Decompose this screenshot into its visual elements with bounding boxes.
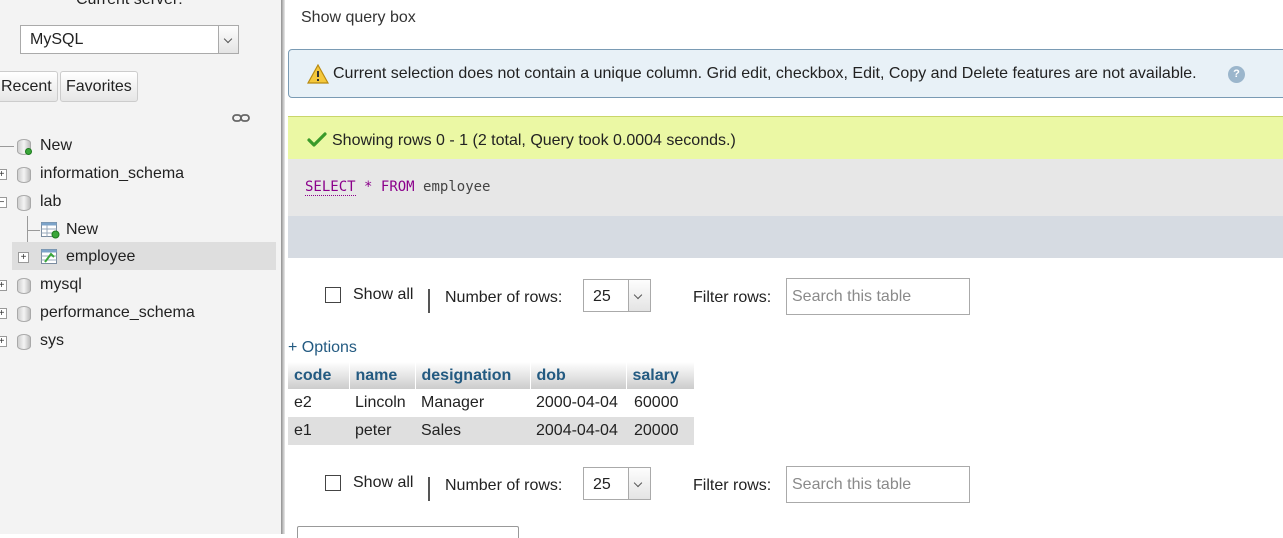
tree-item-label: New — [66, 221, 99, 238]
new-table-icon — [41, 222, 60, 239]
tree-item-sys[interactable]: + sys — [0, 328, 270, 354]
database-icon — [17, 167, 31, 183]
table-cell: e2 — [288, 389, 349, 417]
success-text: Showing rows 0 - 1 (2 total, Query took … — [332, 132, 736, 149]
sql-star: * — [364, 179, 373, 195]
column-header-code[interactable]: code — [288, 362, 350, 389]
notice-message: Current selection does not contain a uni… — [288, 49, 1283, 98]
tree-item-label: employee — [66, 248, 136, 265]
checkmark-icon — [307, 132, 327, 147]
help-icon[interactable]: ? — [1228, 66, 1245, 83]
table-cell: Lincoln — [349, 389, 415, 417]
table-cell: Sales — [415, 417, 530, 445]
tree-item-employee[interactable]: + employee — [12, 244, 276, 270]
show-all-label[interactable]: Show all — [353, 286, 413, 304]
server-select[interactable]: MySQL — [20, 25, 239, 54]
expand-icon[interactable]: + — [0, 280, 7, 291]
expand-icon[interactable]: + — [0, 169, 7, 180]
collapse-icon[interactable]: − — [0, 197, 7, 208]
tree-item-label: mysql — [40, 276, 82, 293]
number-of-rows-select[interactable]: 25 — [583, 467, 651, 500]
show-all-checkbox[interactable] — [325, 287, 341, 303]
chevron-down-icon[interactable] — [628, 280, 650, 311]
sql-keyword-select[interactable]: SELECT — [305, 179, 356, 196]
tree-item-label: performance_schema — [40, 304, 195, 321]
results-table: code name designation dob salary e2 Linc… — [288, 362, 695, 445]
tree-item-label: sys — [40, 332, 64, 349]
database-icon — [17, 195, 31, 211]
link-icon[interactable] — [232, 113, 250, 123]
chevron-down-icon[interactable] — [218, 26, 238, 53]
table-cell: e1 — [288, 417, 349, 445]
table-cell: 2000-04-04 — [530, 389, 626, 417]
success-message: Showing rows 0 - 1 (2 total, Query took … — [288, 116, 1283, 159]
table-navigation-bottom: Show all Number of rows: 25 Filter rows: — [285, 466, 1283, 507]
column-header-designation[interactable]: designation — [415, 362, 531, 389]
number-of-rows-value: 25 — [593, 288, 611, 305]
filter-rows-input[interactable] — [786, 278, 970, 315]
add-badge-icon — [25, 148, 32, 155]
expand-icon[interactable]: + — [0, 308, 7, 319]
filter-rows-label: Filter rows: — [693, 289, 772, 306]
tree-item-information-schema[interactable]: + information_schema — [0, 161, 270, 187]
number-of-rows-label: Number of rows: — [445, 477, 563, 494]
notice-text: Current selection does not contain a uni… — [333, 65, 1197, 82]
sql-query-box[interactable]: SELECT * FROM employee — [288, 159, 1283, 216]
tree-item-new[interactable]: New — [0, 133, 270, 159]
table-navigation-top: Show all Number of rows: 25 Filter rows: — [285, 278, 1283, 319]
sql-query-text: SELECT * FROM employee — [305, 179, 491, 196]
table-cell: 2004-04-04 — [530, 417, 626, 445]
sql-table-name: employee — [423, 179, 491, 195]
server-select-value: MySQL — [30, 31, 84, 48]
number-of-rows-label: Number of rows: — [445, 289, 563, 306]
table-icon — [41, 249, 57, 264]
favorites-button[interactable]: Favorites — [60, 71, 138, 102]
filter-rows-input[interactable] — [786, 466, 970, 503]
tree-item-label: lab — [40, 193, 62, 210]
table-cell: Manager — [415, 389, 530, 417]
database-icon — [17, 278, 31, 294]
sql-actions-bar — [288, 216, 1283, 258]
expand-icon[interactable]: + — [0, 336, 7, 347]
table-cell: 20000 — [626, 417, 694, 445]
show-all-checkbox[interactable] — [325, 475, 341, 491]
column-header-dob[interactable]: dob — [530, 362, 627, 389]
chevron-down-icon[interactable] — [628, 468, 650, 499]
number-of-rows-value: 25 — [593, 476, 611, 493]
filter-rows-label: Filter rows: — [693, 477, 772, 494]
table-cell: peter — [349, 417, 415, 445]
number-of-rows-select[interactable]: 25 — [583, 279, 651, 312]
table-row[interactable]: e1 peter Sales 2004-04-04 20000 — [288, 417, 694, 445]
column-header-salary[interactable]: salary — [626, 362, 695, 389]
current-server-label: Current server: — [76, 0, 183, 9]
warning-icon — [307, 64, 329, 84]
sql-keyword-from: FROM — [380, 179, 415, 195]
tree-item-label: New — [40, 137, 73, 154]
main-content: Show query box Current selection does no… — [285, 0, 1283, 538]
tree-item-lab[interactable]: − lab — [0, 189, 270, 215]
tree-item-mysql[interactable]: + mysql — [0, 272, 270, 298]
tree-item-performance-schema[interactable]: + performance_schema — [0, 300, 270, 326]
separator — [428, 477, 430, 501]
options-link[interactable]: + Options — [288, 339, 357, 357]
table-header-row: code name designation dob salary — [288, 362, 695, 389]
expand-icon[interactable]: + — [18, 252, 29, 263]
separator — [428, 289, 430, 313]
navigation-sidebar: Current server: MySQL Recent Favorites N… — [0, 0, 281, 534]
tree-item-label: information_schema — [40, 165, 185, 182]
show-all-label[interactable]: Show all — [353, 474, 413, 492]
recent-button[interactable]: Recent — [0, 71, 58, 102]
show-query-box-link[interactable]: Show query box — [301, 9, 416, 27]
tree-item-new-table[interactable]: New — [0, 217, 270, 243]
query-results-operations-panel — [297, 526, 519, 538]
database-icon — [17, 306, 31, 322]
column-header-name[interactable]: name — [349, 362, 416, 389]
table-cell: 60000 — [626, 389, 694, 417]
table-row[interactable]: e2 Lincoln Manager 2000-04-04 60000 — [288, 389, 694, 417]
database-icon — [17, 334, 31, 350]
